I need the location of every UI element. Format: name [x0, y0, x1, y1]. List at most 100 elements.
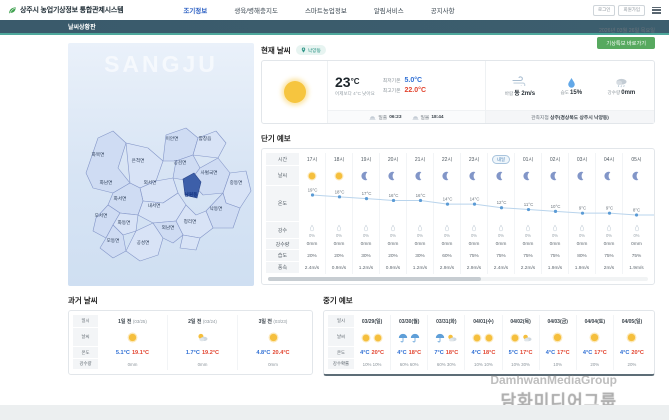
mid-date-cell: 04/02(목)	[503, 315, 539, 328]
nav-item-조기정보[interactable]: 조기정보	[183, 5, 207, 15]
wind-cell: 0.9m/s	[380, 262, 406, 274]
past-row-labels: 일시 날씨 온도 강수량	[73, 315, 98, 370]
wind-cell: 1.9m/s	[569, 262, 595, 274]
signup-button[interactable]: 회원가입	[618, 5, 645, 16]
svg-text:16°C: 16°C	[389, 193, 399, 198]
mid-prob-cell: 10% 30%	[503, 359, 539, 370]
sunrise-icon	[369, 115, 376, 120]
mid-prob-cell: 10% 10%	[354, 359, 390, 370]
humidity-cell: 20%	[326, 250, 352, 262]
district-label-낙동면[interactable]: 낙동면	[210, 206, 223, 212]
sangju-district-map[interactable]: SANGJU	[68, 43, 254, 286]
past-temp-cell: 1.7°C19.2°C	[168, 347, 237, 359]
district-label-함창읍[interactable]: 함창읍	[199, 136, 212, 142]
district-label-외남면[interactable]: 외남면	[162, 225, 175, 231]
mid-day-column: 04/05(일)4°C20°C20%	[614, 315, 650, 370]
past-day-column: 2일 전 (03/24)1.7°C19.2°C0mm	[168, 315, 238, 370]
sun-icon	[299, 166, 325, 186]
district-label-화남면[interactable]: 화남면	[100, 180, 113, 186]
station-strip: 관측지점 상주(경상북도 상주시 낙양동)	[486, 110, 654, 123]
svg-text:14°C: 14°C	[443, 197, 453, 202]
sun-icon	[284, 81, 306, 103]
location-pill[interactable]: 낙양동	[296, 45, 326, 55]
humidity-label: 습도	[561, 90, 569, 95]
district-label-공성면[interactable]: 공성면	[137, 240, 150, 246]
district-label-모서면[interactable]: 모서면	[95, 213, 108, 219]
hour-cell: 23시	[461, 153, 487, 166]
temperature-line-chart: 19°C18°C17°C16°C16°C14°C14°C12°C11°C10°C…	[299, 186, 654, 227]
past-temp-cell: 5.1°C19.1°C	[98, 347, 167, 359]
mid-day-column: 03/29(일)4°C20°C10% 10%	[354, 315, 391, 370]
past-precip-cell: 0mm	[238, 359, 308, 370]
moon-icon	[380, 166, 406, 186]
mid-date-cell: 04/05(일)	[614, 315, 650, 328]
humidity-cell: 30%	[407, 250, 433, 262]
humidity-drop-icon	[567, 77, 576, 88]
wind-icon	[512, 76, 527, 86]
district-label-외서면[interactable]: 외서면	[144, 180, 157, 186]
sun-times-strip: 일출06:23 일몰18:44	[328, 110, 485, 123]
district-label-사벌국면[interactable]: 사벌국면	[201, 170, 218, 176]
precip-amt-cell: 0mm	[569, 239, 595, 250]
wind-label: 바람	[505, 91, 513, 96]
mid-forecast-card: 일시 날씨 온도 강수확률 03/29(일)4°C20°C10% 10%03/3…	[323, 310, 655, 376]
district-label-화서면[interactable]: 화서면	[114, 196, 127, 202]
precip-amt-cell: 0mm	[596, 239, 622, 250]
app-logo[interactable]: 상주시 농업기상정보 통합관제시스템	[8, 5, 123, 15]
scrollbar-thumb[interactable]	[268, 277, 481, 281]
horizontal-scrollbar	[268, 277, 648, 281]
svg-text:14°C: 14°C	[470, 197, 480, 202]
nav-item-공지사항[interactable]: 공지사항	[431, 5, 455, 15]
district-label-중동면[interactable]: 중동면	[230, 180, 243, 186]
mid-prob-cell: 60% 30%	[428, 359, 464, 370]
nav-item-생육/병해충지도[interactable]: 생육/병해충지도	[234, 5, 278, 15]
district-label-은척면[interactable]: 은척면	[132, 158, 145, 164]
precip-amt-cell: 0mm	[542, 239, 568, 250]
district-label-청리면[interactable]: 청리면	[184, 219, 197, 225]
mid-prob-cell: 10% 10%	[465, 359, 501, 370]
hour-cell: 18시	[326, 153, 352, 166]
district-label-남원동[interactable]: 남원동	[185, 192, 198, 198]
moon-icon	[569, 166, 595, 186]
mid-weather-icons	[465, 328, 501, 347]
mid-temp-cell: 4°C18°C	[465, 347, 501, 359]
svg-text:8°C: 8°C	[633, 208, 640, 213]
short-forecast-row-labels: 시간 날씨 온도 강수 강수량 습도 풍속	[266, 153, 299, 274]
nav-item-알림서비스[interactable]: 알림서비스	[374, 5, 404, 15]
login-button[interactable]: 로그인	[593, 5, 615, 16]
district-label-화동면[interactable]: 화동면	[118, 220, 131, 226]
precip-amt-cell: 0mm	[434, 239, 460, 250]
moon-icon	[407, 166, 433, 186]
svg-text:12°C: 12°C	[497, 200, 507, 205]
nav-item-스마트농업정보[interactable]: 스마트농업정보	[305, 5, 347, 15]
hour-cell: 02시	[542, 153, 568, 166]
district-label-내서면[interactable]: 내서면	[148, 203, 161, 209]
humidity-cell: 75%	[542, 250, 568, 262]
humidity-value: 15%	[570, 90, 582, 96]
past-day-column: 3일 전 (03/23)4.8°C20.4°C0mm	[238, 315, 308, 370]
mid-weather-icons	[391, 328, 427, 347]
district-label-화북면[interactable]: 화북면	[92, 152, 105, 158]
district-label-모동면[interactable]: 모동면	[107, 238, 120, 244]
humidity-cell: 75%	[488, 250, 514, 262]
district-label-공검면[interactable]: 공검면	[174, 160, 187, 166]
current-temperature: 23°C	[335, 75, 375, 89]
sunrise-label: 일출	[378, 114, 387, 121]
humidity-cell: 20%	[299, 250, 325, 262]
svg-text:19°C: 19°C	[308, 188, 318, 193]
sun-icon	[98, 328, 167, 347]
hamburger-menu-icon[interactable]	[652, 7, 661, 14]
mid-day-column: 03/31(화)7°C18°C60% 30%	[428, 315, 465, 370]
moon-icon	[515, 166, 541, 186]
moon-icon	[542, 166, 568, 186]
wind-value: 동 2m/s	[514, 91, 535, 97]
precip-amt-cell: 0mm	[299, 239, 325, 250]
weather-alert-button[interactable]: 기상특보 바로가기	[597, 37, 655, 49]
precip-amt-cell: 0mm	[623, 239, 650, 250]
hour-cell: 19시	[353, 153, 379, 166]
wind-cell: 2.4m/s	[299, 262, 325, 274]
svg-text:10°C: 10°C	[551, 204, 561, 209]
wind-cell: 2.2m/s	[515, 262, 541, 274]
district-label-이안면[interactable]: 이안면	[166, 136, 179, 142]
mid-day-column: 04/01(수)4°C18°C10% 10%	[465, 315, 502, 370]
